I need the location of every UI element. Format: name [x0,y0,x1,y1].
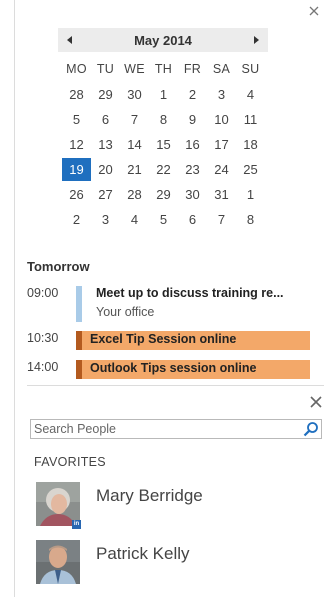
calendar-day[interactable]: 30 [178,183,207,206]
appointment-title: Meet up to discuss training re... [96,286,284,300]
pane-divider [14,0,15,597]
calendar-week-row: 12 13 14 15 16 17 18 [62,132,265,157]
weekday-label: TU [96,62,115,76]
calendar-week-row: 28 29 30 1 2 3 4 [62,82,265,107]
weekday-label: FR [183,62,202,76]
appointment-item[interactable]: 10:30 Excel Tip Session online [27,331,310,350]
weekday-label: MO [66,62,87,76]
favorite-person[interactable]: Patrick Kelly [34,540,319,588]
search-people-input[interactable] [31,420,297,438]
close-people-peek-icon[interactable] [310,394,322,412]
calendar-day[interactable]: 9 [178,108,207,131]
calendar-day[interactable]: 4 [236,83,265,106]
calendar-day[interactable]: 25 [236,158,265,181]
appointment-location: Your office [96,305,155,319]
favorite-person[interactable]: in Mary Berridge [34,482,319,530]
calendar-day[interactable]: 29 [91,83,120,106]
calendar-day[interactable]: 4 [120,208,149,231]
search-people-box[interactable] [30,419,322,439]
calendar-day[interactable]: 13 [91,133,120,156]
calendar-header: May 2014 [58,28,268,52]
calendar-day[interactable]: 6 [91,108,120,131]
calendar-day[interactable]: 24 [207,158,236,181]
calendar-week-row: 19 20 21 22 23 24 25 [62,157,265,182]
calendar-day[interactable]: 30 [120,83,149,106]
search-icon[interactable] [303,421,319,437]
avatar [36,540,80,584]
favorites-heading: FAVORITES [34,455,106,469]
calendar-day[interactable]: 11 [236,108,265,131]
linkedin-badge: in [72,520,81,529]
calendar-day[interactable]: 5 [149,208,178,231]
weekday-label: SU [241,62,260,76]
calendar-day[interactable]: 6 [178,208,207,231]
calendar-day[interactable]: 29 [149,183,178,206]
calendar-day[interactable]: 3 [207,83,236,106]
calendar-day[interactable]: 22 [149,158,178,181]
calendar-day[interactable]: 12 [62,133,91,156]
calendar-day[interactable]: 17 [207,133,236,156]
calendar-week-row: 5 6 7 8 9 10 11 [62,107,265,132]
section-divider [27,385,324,386]
calendar-day[interactable]: 26 [62,183,91,206]
calendar-day[interactable]: 27 [91,183,120,206]
calendar-day[interactable]: 28 [120,183,149,206]
weekday-header-row: MO TU WE TH FR SA SU [62,57,265,82]
appointment-item[interactable]: 14:00 Outlook Tips session online [27,360,310,379]
calendar-day[interactable]: 31 [207,183,236,206]
calendar-day[interactable]: 18 [236,133,265,156]
appointment-time: 09:00 [27,286,59,300]
calendar-day[interactable]: 7 [120,108,149,131]
calendar-day[interactable]: 15 [149,133,178,156]
chevron-right-icon[interactable] [244,28,268,52]
appointment-body[interactable]: Excel Tip Session online [82,331,310,350]
calendar-day[interactable]: 3 [91,208,120,231]
appointment-color-bar [76,286,82,322]
calendar-day[interactable]: 8 [149,108,178,131]
calendar-day[interactable]: 16 [178,133,207,156]
calendar-day[interactable]: 1 [149,83,178,106]
calendar-day[interactable]: 23 [178,158,207,181]
calendar-day[interactable]: 21 [120,158,149,181]
person-name: Mary Berridge [96,486,203,505]
agenda-heading: Tomorrow [27,259,90,274]
calendar-day[interactable]: 14 [120,133,149,156]
calendar-day[interactable]: 8 [236,208,265,231]
calendar-day-today[interactable]: 19 [62,158,91,181]
appointment-time: 14:00 [27,360,59,374]
calendar-week-row: 26 27 28 29 30 31 1 [62,182,265,207]
calendar-day[interactable]: 20 [91,158,120,181]
weekday-label: WE [124,62,145,76]
weekday-label: SA [212,62,231,76]
calendar-month-label: May 2014 [134,32,192,48]
person-name: Patrick Kelly [96,544,190,563]
calendar-day[interactable]: 2 [178,83,207,106]
calendar-day[interactable]: 7 [207,208,236,231]
calendar-day[interactable]: 2 [62,208,91,231]
close-calendar-peek-icon[interactable] [306,4,322,20]
calendar-day[interactable]: 1 [236,183,265,206]
calendar-day[interactable]: 10 [207,108,236,131]
calendar-grid: MO TU WE TH FR SA SU 28 29 30 1 2 3 4 5 6 7 8 9 10 11 12 13 14… [62,57,265,232]
appointment-title: Excel Tip Session online [90,332,237,346]
chevron-left-icon[interactable] [58,28,82,52]
calendar-day[interactable]: 5 [62,108,91,131]
calendar-week-row: 2345678 [62,207,265,232]
appointment-time: 10:30 [27,331,59,345]
calendar-day[interactable]: 28 [62,83,91,106]
appointment-item[interactable]: 09:00 Meet up to discuss training re... … [27,286,310,322]
appointment-body[interactable]: Outlook Tips session online [82,360,310,379]
weekday-label: TH [154,62,173,76]
appointment-title: Outlook Tips session online [90,361,257,375]
